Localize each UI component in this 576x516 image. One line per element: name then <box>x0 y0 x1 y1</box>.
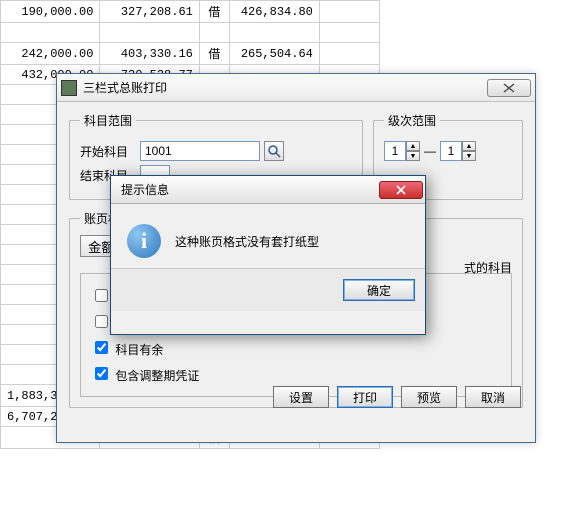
table-cell <box>319 1 379 23</box>
chk-include-adjust[interactable]: 包含调整期凭证 <box>91 364 501 384</box>
dialog-button-row: 设置 打印 预览 取消 <box>273 386 521 408</box>
lookup-subject-button[interactable] <box>264 141 284 161</box>
table-row: 190,000.00327,208.61借426,834.80 <box>1 1 380 23</box>
table-cell: 借 <box>199 43 229 65</box>
table-cell: 327,208.61 <box>100 1 199 23</box>
table-cell <box>199 23 229 43</box>
table-row <box>1 23 380 43</box>
table-cell <box>1 23 100 43</box>
table-cell: 426,834.80 <box>229 1 319 23</box>
dialog-titlebar: 三栏式总账打印 <box>57 74 535 102</box>
format-note-text: 式的科目 <box>464 259 512 276</box>
table-cell: 借 <box>199 1 229 23</box>
spin-down-icon[interactable]: ▼ <box>406 151 420 161</box>
cancel-button[interactable]: 取消 <box>465 386 521 408</box>
spin-up-icon[interactable]: ▲ <box>406 141 420 151</box>
msgbox-text: 这种账页格式没有套打纸型 <box>175 233 319 250</box>
table-cell: 403,330.16 <box>100 43 199 65</box>
level-dash: — <box>424 144 436 158</box>
start-subject-input[interactable] <box>140 141 260 161</box>
msgbox-titlebar: 提示信息 <box>111 176 425 204</box>
message-box: 提示信息 i 这种账页格式没有套打纸型 确定 <box>110 175 426 335</box>
print-button[interactable]: 打印 <box>337 386 393 408</box>
table-cell <box>229 23 319 43</box>
table-cell: 190,000.00 <box>1 1 100 23</box>
spin-down-icon[interactable]: ▼ <box>462 151 476 161</box>
dialog-close-button[interactable] <box>487 79 531 97</box>
chk-has-balance[interactable]: 科目有余 <box>91 338 501 358</box>
search-icon <box>267 144 281 158</box>
start-subject-label: 开始科目 <box>80 143 136 160</box>
table-cell <box>319 23 379 43</box>
msgbox-ok-button[interactable]: 确定 <box>343 279 415 301</box>
table-row: 242,000.00403,330.16借265,504.64 <box>1 43 380 65</box>
app-icon <box>61 80 77 96</box>
level-from-stepper[interactable]: ▲▼ <box>384 141 420 161</box>
table-cell: 265,504.64 <box>229 43 319 65</box>
level-from-input[interactable] <box>384 141 406 161</box>
close-icon <box>394 185 408 195</box>
msgbox-close-button[interactable] <box>379 181 423 199</box>
table-cell: 242,000.00 <box>1 43 100 65</box>
table-cell <box>100 23 199 43</box>
subject-range-legend: 科目范围 <box>80 112 136 129</box>
level-to-input[interactable] <box>440 141 462 161</box>
settings-button[interactable]: 设置 <box>273 386 329 408</box>
info-icon: i <box>127 224 161 258</box>
table-cell <box>319 43 379 65</box>
spin-up-icon[interactable]: ▲ <box>462 141 476 151</box>
level-range-legend: 级次范围 <box>384 112 440 129</box>
msgbox-title: 提示信息 <box>121 181 379 198</box>
level-to-stepper[interactable]: ▲▼ <box>440 141 476 161</box>
dialog-title: 三栏式总账打印 <box>83 79 487 96</box>
preview-button[interactable]: 预览 <box>401 386 457 408</box>
